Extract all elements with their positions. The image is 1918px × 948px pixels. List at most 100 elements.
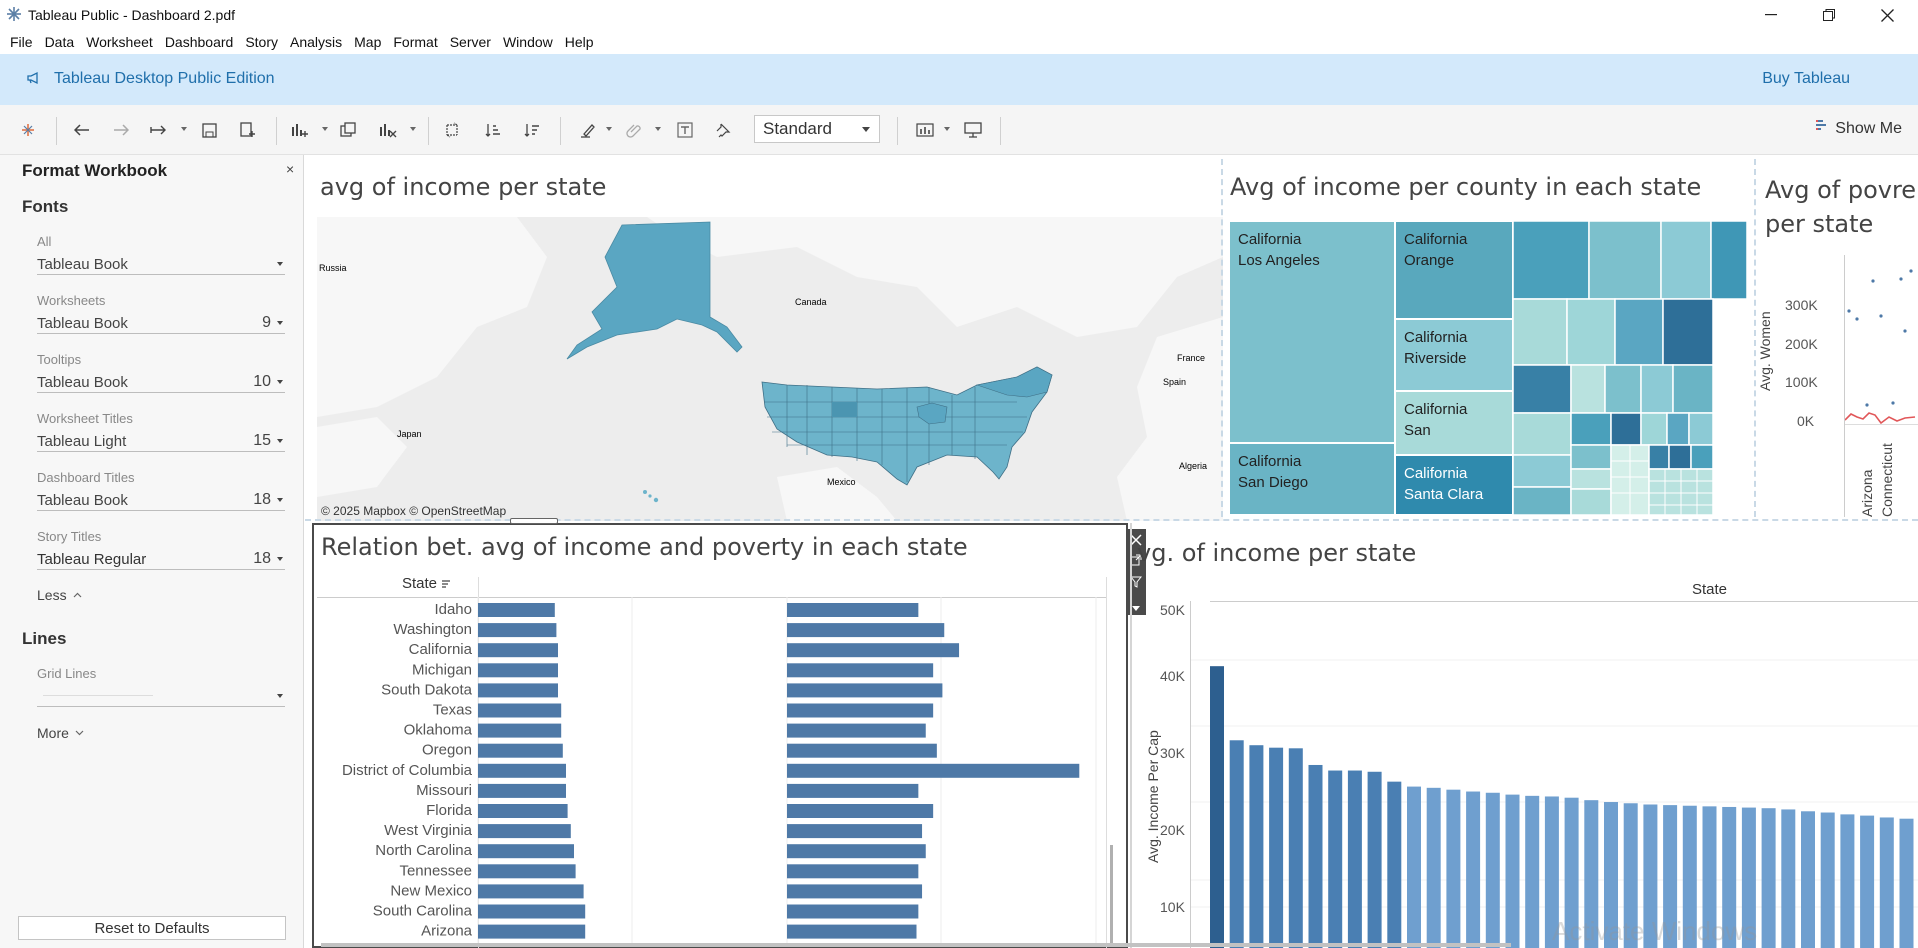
treemap-cell[interactable]: California Riverside: [1395, 319, 1513, 391]
income-state-bar[interactable]: [1229, 740, 1244, 948]
less-toggle[interactable]: Less: [37, 587, 82, 603]
income-bar[interactable]: [478, 864, 576, 879]
menu-window[interactable]: Window: [497, 34, 559, 50]
income-bar[interactable]: [478, 723, 562, 738]
poverty-bar[interactable]: [787, 884, 923, 899]
menu-dashboard[interactable]: Dashboard: [159, 34, 240, 50]
income-bar[interactable]: [478, 743, 563, 758]
menu-worksheet[interactable]: Worksheet: [80, 34, 159, 50]
income-bar[interactable]: [478, 663, 558, 678]
menu-map[interactable]: Map: [348, 34, 387, 50]
font-select-dashboard-titles[interactable]: Tableau Book 18: [37, 489, 285, 511]
us-state-map[interactable]: Russia Canada France Spain Algeria Japan…: [317, 217, 1223, 521]
new-worksheet-dropdown-icon[interactable]: [322, 127, 328, 131]
income-state-bar[interactable]: [1466, 791, 1481, 948]
poverty-bar[interactable]: [787, 824, 923, 839]
income-state-bar[interactable]: [1505, 794, 1520, 948]
treemap-cell[interactable]: California Santa Clara: [1395, 455, 1513, 515]
menu-server[interactable]: Server: [444, 34, 497, 50]
income-bar[interactable]: [478, 683, 558, 698]
poverty-bar[interactable]: [787, 663, 934, 678]
undo-icon[interactable]: [70, 118, 94, 142]
poverty-bar[interactable]: [787, 743, 937, 758]
minimize-button[interactable]: [1742, 0, 1800, 30]
presentation-mode-icon[interactable]: [961, 118, 985, 142]
poverty-bar[interactable]: [787, 643, 960, 658]
redo-icon[interactable]: [109, 118, 133, 142]
income-state-bar[interactable]: [1328, 770, 1343, 948]
group-members-icon[interactable]: [622, 118, 646, 142]
poverty-bar[interactable]: [787, 924, 917, 939]
sort-icon[interactable]: [441, 579, 451, 589]
income-state-bar[interactable]: [1860, 815, 1875, 948]
poverty-bar[interactable]: [787, 783, 919, 798]
income-bar[interactable]: [478, 824, 571, 839]
poverty-bar[interactable]: [787, 904, 919, 919]
relation-sheet-container[interactable]: Relation bet. avg of income and poverty …: [312, 523, 1128, 948]
close-pane-icon[interactable]: ×: [286, 161, 294, 177]
income-bar[interactable]: [478, 763, 566, 778]
income-state-bar[interactable]: [1288, 748, 1303, 948]
income-state-bar[interactable]: [1210, 666, 1224, 948]
highlight-dropdown-icon[interactable]: [606, 127, 612, 131]
poverty-bar[interactable]: [787, 683, 943, 698]
fit-mode-select[interactable]: Standard: [754, 115, 880, 143]
highlight-icon[interactable]: [576, 118, 600, 142]
income-bar[interactable]: [478, 884, 584, 899]
menu-analysis[interactable]: Analysis: [284, 34, 348, 50]
show-labels-icon[interactable]: [673, 118, 697, 142]
font-select-worksheet-titles[interactable]: Tableau Light 15: [37, 430, 285, 452]
state-column-header[interactable]: State: [402, 575, 451, 592]
tableau-home-icon[interactable]: [16, 118, 40, 142]
income-state-bar[interactable]: [1426, 787, 1441, 948]
close-window-button[interactable]: [1858, 0, 1916, 30]
show-me-button[interactable]: Show Me: [1815, 119, 1902, 138]
income-state-bar[interactable]: [1761, 808, 1776, 948]
menu-story[interactable]: Story: [239, 34, 284, 50]
income-state-bar[interactable]: [1407, 786, 1421, 948]
income-state-bar[interactable]: [1879, 817, 1894, 948]
font-select-tooltips[interactable]: Tableau Book 10: [37, 371, 285, 393]
poverty-chart[interactable]: Avg. Women 300K 200K 100K 0K Arizona Con…: [1757, 255, 1918, 517]
menu-help[interactable]: Help: [559, 34, 600, 50]
clear-sheet-icon[interactable]: [376, 118, 400, 142]
more-toggle[interactable]: More: [37, 725, 84, 741]
pin-icon[interactable]: [711, 118, 735, 142]
poverty-bar[interactable]: [787, 804, 934, 818]
font-select-all[interactable]: Tableau Book: [37, 253, 285, 275]
income-state-bar[interactable]: [1249, 745, 1264, 948]
replay-dropdown-icon[interactable]: [181, 127, 187, 131]
poverty-bar[interactable]: [787, 864, 919, 879]
income-state-bar[interactable]: [1485, 792, 1500, 948]
save-icon[interactable]: [197, 118, 221, 142]
clear-sheet-dropdown-icon[interactable]: [410, 127, 416, 131]
group-dropdown-icon[interactable]: [655, 127, 661, 131]
income-bar-chart[interactable]: [1191, 601, 1918, 948]
restore-button[interactable]: [1800, 0, 1858, 30]
income-bar[interactable]: [478, 603, 555, 617]
income-bar[interactable]: [478, 904, 586, 919]
poverty-bar[interactable]: [787, 844, 926, 859]
county-treemap[interactable]: California Los Angeles California San Di…: [1229, 220, 1748, 516]
income-state-bar[interactable]: [1269, 747, 1284, 948]
swap-rows-columns-icon[interactable]: [440, 118, 464, 142]
duplicate-sheet-icon[interactable]: [336, 118, 360, 142]
horizontal-scrollbar[interactable]: [321, 943, 1511, 947]
income-state-bar[interactable]: [1840, 814, 1855, 948]
sort-ascending-icon[interactable]: [481, 118, 505, 142]
treemap-small-cells[interactable]: [1512, 220, 1748, 516]
menu-format[interactable]: Format: [387, 34, 443, 50]
income-state-bar[interactable]: [1387, 781, 1402, 948]
income-state-bar[interactable]: [1801, 811, 1815, 948]
new-worksheet-icon[interactable]: [288, 118, 312, 142]
income-bar[interactable]: [478, 643, 558, 658]
reset-to-defaults-button[interactable]: Reset to Defaults: [18, 916, 286, 940]
income-state-bar[interactable]: [1347, 770, 1362, 948]
income-state-bar[interactable]: [1781, 809, 1796, 948]
income-bar[interactable]: [478, 924, 586, 939]
replay-icon[interactable]: [146, 118, 170, 142]
menu-data[interactable]: Data: [39, 34, 81, 50]
treemap-cell[interactable]: California Los Angeles: [1229, 221, 1395, 443]
poverty-bar[interactable]: [787, 723, 926, 738]
poverty-bar[interactable]: [787, 623, 945, 638]
